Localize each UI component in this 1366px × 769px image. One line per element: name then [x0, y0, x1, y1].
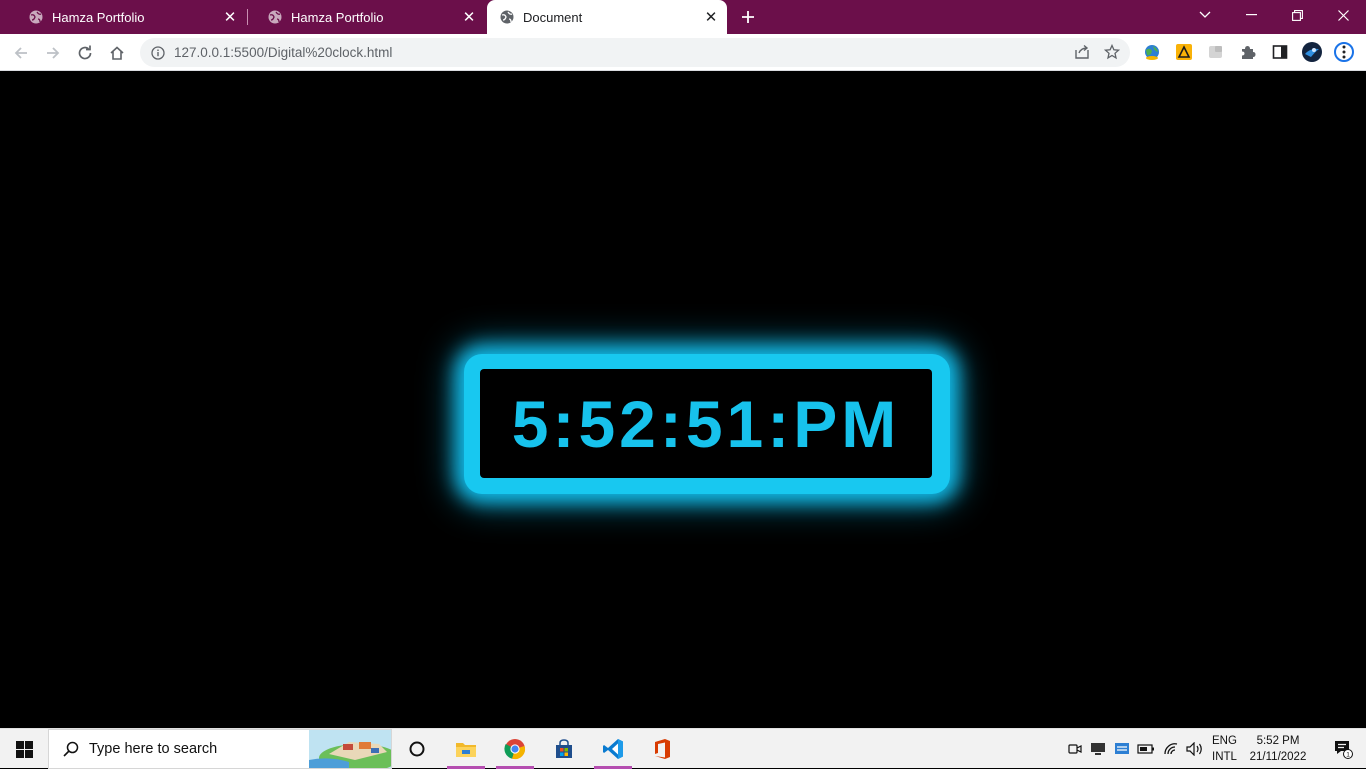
start-button[interactable] — [0, 729, 48, 769]
wifi-icon[interactable] — [1162, 729, 1180, 769]
restore-button[interactable] — [1274, 0, 1320, 30]
office-icon — [655, 739, 670, 759]
home-button[interactable] — [104, 40, 130, 66]
taskbar-date: 21/11/2022 — [1249, 751, 1307, 763]
address-bar[interactable]: 127.0.0.1:5500/Digital%20clock.html — [140, 38, 1130, 67]
windows-start-icon — [15, 740, 33, 758]
file-explorer-taskbar-button[interactable] — [443, 729, 489, 769]
grey-extension-icon[interactable] — [1206, 42, 1226, 62]
network-share-icon[interactable] — [1113, 729, 1131, 769]
globe-icon — [267, 9, 283, 25]
close-tab-icon[interactable]: ✕ — [220, 7, 240, 27]
vscode-icon — [603, 739, 623, 759]
page-content: 5:52:51:PM — [0, 71, 1366, 728]
minimize-icon — [1245, 14, 1257, 16]
store-taskbar-button[interactable] — [541, 729, 587, 769]
taskbar-search-box[interactable]: Type here to search — [48, 729, 392, 769]
url-text[interactable]: 127.0.0.1:5500/Digital%20clock.html — [174, 45, 392, 60]
clock-time: 5:52:51:PM — [511, 386, 901, 461]
chrome-taskbar-button[interactable] — [492, 729, 538, 769]
tab-hamza-portfolio-1[interactable]: Hamza Portfolio ✕ — [8, 0, 246, 34]
forward-button[interactable] — [40, 40, 66, 66]
more-menu-button[interactable] — [1334, 42, 1354, 62]
digital-clock: 5:52:51:PM — [480, 369, 932, 478]
windows-taskbar: Type here to search ENG INTL 5:52 PM 21/… — [0, 728, 1366, 769]
notification-icon: 1 — [1335, 741, 1353, 759]
tab-search-button[interactable] — [1182, 0, 1228, 30]
taskbar-time: 5:52 PM — [1256, 735, 1300, 747]
new-tab-button[interactable] — [736, 5, 760, 29]
cortana-button[interactable] — [394, 729, 440, 769]
browser-toolbar: 127.0.0.1:5500/Digital%20clock.html — [0, 34, 1366, 71]
vscode-taskbar-button[interactable] — [590, 729, 636, 769]
reload-icon — [78, 45, 92, 60]
keyboard-layout: INTL — [1212, 751, 1237, 763]
restore-icon — [1291, 9, 1303, 21]
tab-hamza-portfolio-2[interactable]: Hamza Portfolio ✕ — [247, 0, 485, 34]
share-icon[interactable] — [1074, 44, 1090, 65]
desktop-icon[interactable] — [1089, 729, 1107, 769]
globe-icon — [499, 9, 515, 25]
globe-extension-icon[interactable] — [1142, 42, 1162, 62]
file-explorer-icon — [456, 743, 476, 757]
more-menu-icon — [1342, 45, 1346, 59]
home-icon — [110, 46, 124, 60]
chrome-icon — [504, 739, 525, 760]
close-window-button[interactable] — [1320, 0, 1366, 30]
back-button[interactable] — [8, 40, 34, 66]
notification-count: 1 — [1346, 751, 1350, 758]
taskbar-clock[interactable]: 5:52 PM 21/11/2022 — [1246, 733, 1310, 765]
language-code: ENG — [1212, 735, 1237, 747]
minimize-button[interactable] — [1228, 0, 1274, 30]
search-highlight-illustration — [309, 730, 391, 768]
cortana-circle-icon — [409, 741, 425, 757]
reload-button[interactable] — [72, 40, 98, 66]
profile-avatar[interactable] — [1302, 42, 1322, 62]
tab-document[interactable]: Document ✕ — [487, 0, 727, 34]
search-icon — [63, 741, 79, 757]
office-taskbar-button[interactable] — [639, 729, 685, 769]
tab-strip: Hamza Portfolio ✕ Hamza Portfolio ✕ Docu… — [0, 0, 1366, 34]
globe-icon — [28, 9, 44, 25]
microsoft-store-icon — [556, 739, 572, 758]
puzzle-icon[interactable] — [1238, 42, 1258, 62]
side-panel-icon[interactable] — [1270, 42, 1290, 62]
meet-now-icon[interactable] — [1066, 729, 1084, 769]
info-icon[interactable] — [151, 45, 165, 60]
tab-title: Hamza Portfolio — [52, 9, 145, 25]
back-arrow-icon — [14, 47, 27, 59]
chevron-down-icon — [1199, 11, 1211, 18]
close-icon — [1337, 9, 1349, 21]
plus-icon — [742, 11, 754, 23]
close-tab-icon[interactable]: ✕ — [459, 7, 479, 27]
action-center-button[interactable]: 1 — [1320, 729, 1366, 769]
close-tab-icon[interactable]: ✕ — [701, 7, 721, 27]
input-language-indicator[interactable]: ENG INTL — [1212, 733, 1242, 765]
tab-title: Hamza Portfolio — [291, 9, 384, 25]
battery-icon[interactable] — [1137, 729, 1155, 769]
warning-extension-icon[interactable] — [1174, 42, 1194, 62]
search-placeholder[interactable]: Type here to search — [89, 741, 217, 757]
volume-icon[interactable] — [1185, 729, 1205, 769]
star-icon[interactable] — [1103, 43, 1121, 65]
tab-title: Document — [523, 9, 583, 25]
forward-arrow-icon — [47, 47, 60, 59]
